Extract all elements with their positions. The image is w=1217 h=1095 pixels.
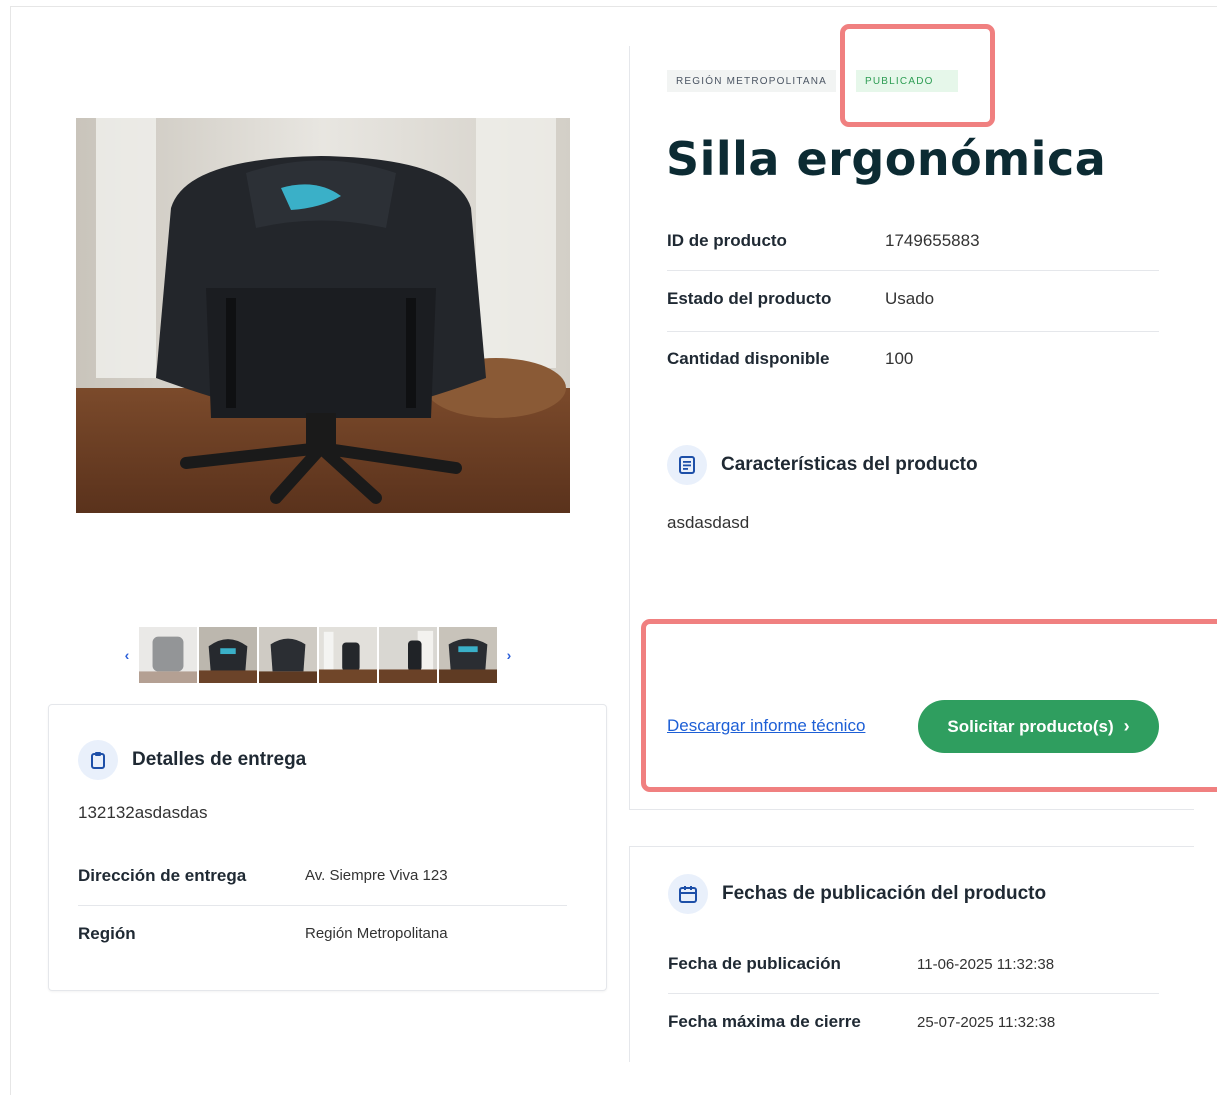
page-border-top	[10, 6, 1217, 7]
spec-row-quantity: Cantidad disponible 100	[667, 330, 1159, 388]
date-value: 25-07-2025 11:32:38	[917, 1013, 1056, 1031]
delivery-region-row: Región Región Metropolitana	[78, 905, 567, 962]
date-label: Fecha máxima de cierre	[668, 1012, 861, 1031]
image-gallery: ‹ ›	[116, 626, 520, 684]
thumbnail-image	[139, 627, 197, 683]
calendar-icon	[668, 874, 708, 914]
owner-name-clipped	[667, 116, 817, 124]
status-badge: Publicado	[856, 70, 958, 92]
features-header: Características del producto	[667, 445, 978, 485]
publication-dates-header: Fechas de publicación del producto	[668, 874, 1046, 914]
region-badge: Región Metropolitana	[667, 70, 837, 92]
delivery-reference: 132132asdasdas	[78, 803, 208, 822]
spec-label: Cantidad disponible	[667, 349, 830, 368]
features-text: asdasdasd	[667, 513, 750, 532]
chevron-right-icon[interactable]: ›	[498, 626, 520, 684]
features-title: Características del producto	[721, 454, 978, 475]
delivery-region-value: Región Metropolitana	[305, 925, 448, 942]
closing-date-row: Fecha máxima de cierre 25-07-2025 11:32:…	[668, 993, 1159, 1051]
date-label: Fecha de publicación	[668, 954, 841, 973]
thumbnail-3[interactable]	[258, 626, 318, 684]
thumbnail-image	[319, 627, 377, 683]
clipboard-icon	[78, 740, 118, 780]
chevron-left-icon[interactable]: ‹	[116, 626, 138, 684]
spec-label: Estado del producto	[667, 289, 832, 308]
spec-row-condition: Estado del producto Usado	[667, 270, 1159, 328]
thumbnail-1[interactable]	[138, 626, 198, 684]
spec-row-id: ID de producto 1749655883	[667, 212, 1159, 270]
spec-value: 100	[885, 349, 914, 368]
request-product-label: Solicitar producto(s)	[947, 716, 1114, 736]
delivery-details-card: Detalles de entrega 132132asdasdas Direc…	[48, 704, 607, 991]
thumbnail-4[interactable]	[318, 626, 378, 684]
thumbnail-image	[259, 627, 317, 683]
publication-dates-title: Fechas de publicación del producto	[722, 883, 1047, 904]
page-border-left	[10, 6, 11, 1095]
main-product-image[interactable]	[76, 118, 570, 513]
request-product-button[interactable]: Solicitar producto(s) ›	[918, 700, 1159, 753]
thumbnail-image	[379, 627, 437, 683]
thumbnail-6[interactable]	[438, 626, 498, 684]
delivery-address-value: Av. Siempre Viva 123	[305, 867, 448, 884]
publication-date-row: Fecha de publicación 11-06-2025 11:32:38	[668, 935, 1159, 993]
delivery-address-label: Dirección de entrega	[78, 865, 247, 885]
document-list-icon	[667, 445, 707, 485]
spec-value: 1749655883	[885, 231, 980, 250]
download-report-link[interactable]: Descargar informe técnico	[667, 716, 865, 736]
thumbnail-image	[199, 627, 257, 683]
chair-photo	[76, 118, 570, 513]
thumbnail-image	[439, 627, 497, 683]
thumbnail-2[interactable]	[198, 626, 258, 684]
date-value: 11-06-2025 11:32:38	[917, 955, 1055, 973]
delivery-region-label: Región	[78, 923, 136, 943]
spec-label: ID de producto	[667, 231, 787, 250]
delivery-address-row: Dirección de entrega Av. Siempre Viva 12…	[78, 847, 567, 904]
delivery-details-header: Detalles de entrega	[78, 740, 306, 780]
chevron-right-icon: ›	[1123, 716, 1130, 736]
product-title: Silla ergonómica	[666, 132, 1107, 186]
delivery-details-title: Detalles de entrega	[132, 749, 307, 770]
spec-value: Usado	[885, 289, 935, 308]
thumbnail-5[interactable]	[378, 626, 438, 684]
